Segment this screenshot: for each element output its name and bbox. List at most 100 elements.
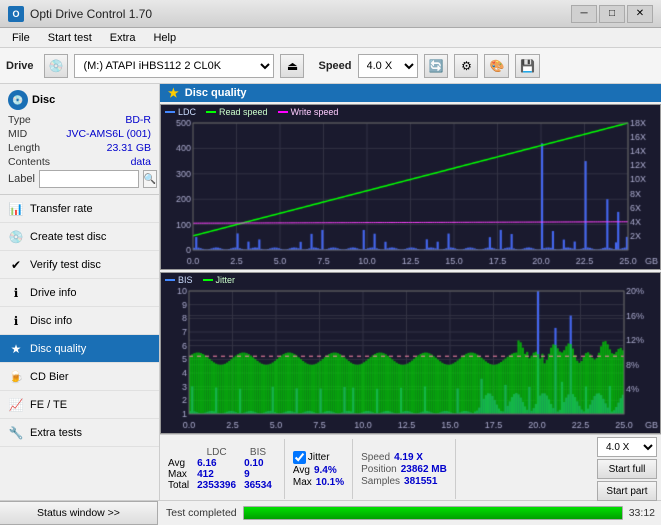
progress-bar-fill bbox=[244, 507, 622, 519]
menu-help[interactable]: Help bbox=[145, 30, 184, 46]
vdivider-3 bbox=[455, 439, 456, 499]
sidebar-item-drive-info[interactable]: ℹ Drive info bbox=[0, 279, 159, 307]
disc-mid-value: JVC-AMS6L (001) bbox=[66, 128, 151, 140]
eject-button[interactable]: ⏏ bbox=[280, 54, 304, 78]
drive-icon-btn[interactable]: 💿 bbox=[44, 54, 69, 78]
progress-bar-container bbox=[243, 506, 623, 520]
read-speed-color bbox=[206, 111, 216, 113]
sidebar-item-fe-te[interactable]: 📈 FE / TE bbox=[0, 391, 159, 419]
save-button[interactable]: 💾 bbox=[515, 54, 540, 78]
disc-header: 💿 Disc bbox=[8, 90, 151, 110]
jitter-checkbox-label[interactable]: Jitter bbox=[293, 451, 344, 464]
extra-tests-icon: 🔧 bbox=[8, 425, 24, 441]
disc-length-value: 23.31 GB bbox=[107, 142, 151, 154]
speed-select[interactable]: 4.0 X 8.0 X 12.0 X 16.0 X bbox=[358, 54, 418, 78]
disc-mid-label: MID bbox=[8, 128, 27, 140]
disc-type-value: BD-R bbox=[125, 114, 151, 126]
status-time: 33:12 bbox=[629, 507, 655, 519]
disc-length-label: Length bbox=[8, 142, 40, 154]
titlebar: O Opti Drive Control 1.70 ─ □ ✕ bbox=[0, 0, 661, 28]
jitter-max-value: 10.1% bbox=[316, 477, 344, 488]
jitter-checkbox[interactable] bbox=[293, 451, 306, 464]
status-text: Test completed bbox=[166, 507, 237, 519]
samples-label: Samples bbox=[361, 476, 400, 487]
position-label: Position bbox=[361, 464, 397, 475]
legend-jitter: Jitter bbox=[203, 275, 236, 285]
settings-button[interactable]: ⚙ bbox=[454, 54, 478, 78]
disc-label-input[interactable] bbox=[39, 170, 139, 188]
disc-mid-row: MID JVC-AMS6L (001) bbox=[8, 128, 151, 140]
chart-title-icon: ★ bbox=[168, 86, 179, 100]
avg-ldc: 6.16 bbox=[193, 458, 240, 469]
disc-panel: 💿 Disc Type BD-R MID JVC-AMS6L (001) Len… bbox=[0, 84, 159, 195]
position-row: Position 23862 MB bbox=[361, 464, 447, 475]
legend-jitter-label: Jitter bbox=[216, 275, 236, 285]
palette-button[interactable]: 🎨 bbox=[484, 54, 509, 78]
jitter-color bbox=[203, 279, 213, 281]
sidebar-item-create-test-disc[interactable]: 💿 Create test disc bbox=[0, 223, 159, 251]
disc-type-row: Type BD-R bbox=[8, 114, 151, 126]
disc-info-icon: ℹ bbox=[8, 313, 24, 329]
legend-ldc: LDC bbox=[165, 107, 196, 117]
jitter-max-row: Max 10.1% bbox=[293, 477, 344, 488]
start-part-button[interactable]: Start part bbox=[597, 481, 657, 501]
jitter-avg-value: 9.4% bbox=[314, 465, 337, 476]
menubar: File Start test Extra Help bbox=[0, 28, 661, 48]
jitter-avg-label: Avg bbox=[293, 465, 310, 476]
verify-test-disc-icon: ✔ bbox=[8, 257, 24, 273]
avg-label: Avg bbox=[164, 458, 193, 469]
samples-value: 381551 bbox=[404, 476, 437, 487]
charts-wrapper: LDC Read speed Write speed bbox=[160, 104, 661, 434]
jitter-max-label: Max bbox=[293, 477, 312, 488]
stats-col-bis: BIS bbox=[240, 447, 276, 458]
stats-table: LDC BIS Avg 6.16 0.10 Max 412 9 bbox=[164, 447, 276, 491]
speed-label: Speed bbox=[318, 60, 351, 72]
max-bis: 9 bbox=[240, 469, 276, 480]
minimize-button[interactable]: ─ bbox=[571, 5, 597, 23]
top-chart: LDC Read speed Write speed bbox=[160, 104, 661, 270]
right-stats: 4.0 X 8.0 X Start full Start part bbox=[597, 437, 657, 501]
menu-extra[interactable]: Extra bbox=[102, 30, 144, 46]
status-window-button[interactable]: Status window >> bbox=[0, 501, 158, 525]
disc-label-btn[interactable]: 🔍 bbox=[143, 170, 157, 188]
avg-bis: 0.10 bbox=[240, 458, 276, 469]
sidebar-item-verify-test-disc[interactable]: ✔ Verify test disc bbox=[0, 251, 159, 279]
stats-row: LDC BIS Avg 6.16 0.10 Max 412 9 bbox=[160, 434, 661, 500]
sidebar-item-extra-tests[interactable]: 🔧 Extra tests bbox=[0, 419, 159, 447]
disc-panel-icon: 💿 bbox=[8, 90, 28, 110]
sidebar-item-cd-bier[interactable]: 🍺 CD Bier bbox=[0, 363, 159, 391]
disc-label-row: Label 🔍 bbox=[8, 170, 151, 188]
sidebar-item-disc-info[interactable]: ℹ Disc info bbox=[0, 307, 159, 335]
speed-stat-value: 4.19 X bbox=[394, 452, 423, 463]
transfer-rate-icon: 📊 bbox=[8, 201, 24, 217]
stats-speed-select[interactable]: 4.0 X 8.0 X bbox=[597, 437, 657, 457]
titlebar-left: O Opti Drive Control 1.70 bbox=[8, 6, 152, 22]
menu-file[interactable]: File bbox=[4, 30, 38, 46]
drive-select[interactable]: (M:) ATAPI iHBS112 2 CL0K bbox=[74, 54, 274, 78]
speed-section: Speed 4.19 X Position 23862 MB Samples 3… bbox=[361, 452, 447, 487]
legend-bis-label: BIS bbox=[178, 275, 193, 285]
nav-items: 📊 Transfer rate 💿 Create test disc ✔ Ver… bbox=[0, 195, 159, 500]
bottom-chart: BIS Jitter bbox=[160, 272, 661, 434]
maximize-button[interactable]: □ bbox=[599, 5, 625, 23]
stats-row-total: Total 2353396 36534 bbox=[164, 480, 276, 491]
sidebar-item-disc-quality[interactable]: ★ Disc quality bbox=[0, 335, 159, 363]
window-controls: ─ □ ✕ bbox=[571, 5, 653, 23]
close-button[interactable]: ✕ bbox=[627, 5, 653, 23]
toolbar: Drive 💿 (M:) ATAPI iHBS112 2 CL0K ⏏ Spee… bbox=[0, 48, 661, 84]
stats-row-avg: Avg 6.16 0.10 bbox=[164, 458, 276, 469]
speed-stat-label: Speed bbox=[361, 452, 390, 463]
disc-quality-icon: ★ bbox=[8, 341, 24, 357]
app-title: Opti Drive Control 1.70 bbox=[30, 7, 152, 21]
status-bar: Status window >> Test completed 33:12 bbox=[0, 500, 661, 524]
refresh-button[interactable]: 🔄 bbox=[424, 54, 449, 78]
stats-row-max: Max 412 9 bbox=[164, 469, 276, 480]
fe-te-icon: 📈 bbox=[8, 397, 24, 413]
disc-label-key: Label bbox=[8, 173, 35, 185]
speed-row: Speed 4.19 X bbox=[361, 452, 447, 463]
max-ldc: 412 bbox=[193, 469, 240, 480]
start-full-button[interactable]: Start full bbox=[597, 459, 657, 479]
main-content: 💿 Disc Type BD-R MID JVC-AMS6L (001) Len… bbox=[0, 84, 661, 500]
sidebar-item-transfer-rate[interactable]: 📊 Transfer rate bbox=[0, 195, 159, 223]
menu-start-test[interactable]: Start test bbox=[40, 30, 100, 46]
